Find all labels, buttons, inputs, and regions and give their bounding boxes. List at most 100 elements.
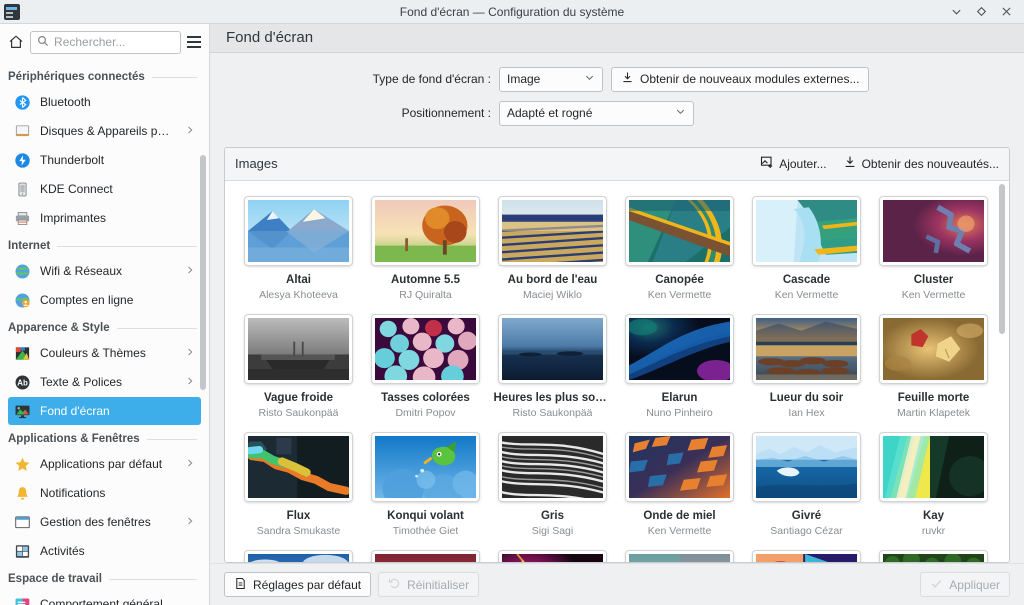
wallpaper-author: Timothée Giet bbox=[392, 524, 459, 537]
wallpaper-icon bbox=[14, 403, 31, 420]
wallpaper-cell[interactable]: Flux Sandra Smukaste bbox=[235, 427, 362, 545]
wallpaper-form: Type de fond d'écran : Image Obtenir de bbox=[210, 53, 1024, 145]
hamburger-icon[interactable] bbox=[186, 31, 203, 53]
wallpaper-cell[interactable] bbox=[870, 545, 997, 562]
wallpaper-grid: Altai Alesya Khoteeva Automne 5.5 RJ Quiral… bbox=[225, 181, 1009, 562]
search-input-wrapper[interactable] bbox=[30, 30, 181, 54]
sidebar-item-imprimantes[interactable]: Imprimantes bbox=[8, 204, 201, 232]
wallpaper-cell[interactable]: Cluster Ken Vermette bbox=[870, 191, 997, 309]
wallpaper-cell[interactable]: Kay ruvkr bbox=[870, 427, 997, 545]
wallpaper-thumbnail bbox=[245, 314, 352, 383]
sidebar-item-label: Wifi & Réseaux bbox=[40, 264, 123, 278]
sidebar-item-wifi-r-seaux[interactable]: Wifi & Réseaux bbox=[8, 257, 201, 285]
sidebar-item-activit-s[interactable]: Activités bbox=[8, 537, 201, 565]
wallpaper-cell[interactable] bbox=[235, 545, 362, 562]
get-new-wallpapers-button[interactable]: Obtenir des nouveautés... bbox=[843, 155, 999, 172]
sidebar-item-fond-d-cran[interactable]: Fond d'écran bbox=[8, 397, 201, 425]
window-titlebar: Fond d'écran — Configuration du système bbox=[0, 0, 1024, 24]
check-icon bbox=[930, 577, 943, 593]
sidebar-item-couleurs-th-mes[interactable]: Couleurs & Thèmes bbox=[8, 339, 201, 367]
wallpaper-grid-scrollbar[interactable] bbox=[999, 183, 1005, 334]
add-image-button[interactable]: Ajouter... bbox=[760, 155, 827, 172]
wallpaper-cell[interactable]: Tasses colorées Dmitri Popov bbox=[362, 309, 489, 427]
sidebar-item-gestion-des-fen-tres[interactable]: Gestion des fenêtres bbox=[8, 508, 201, 536]
wallpaper-type-select[interactable]: Image bbox=[499, 66, 603, 92]
sidebar-scrollbar[interactable] bbox=[200, 155, 206, 390]
sidebar-item-texte-polices[interactable]: Ab Texte & Polices bbox=[8, 368, 201, 396]
sidebar-item-label: Texte & Polices bbox=[40, 375, 123, 389]
wallpaper-cell[interactable] bbox=[362, 545, 489, 562]
wallpaper-thumbnail bbox=[880, 196, 987, 265]
wallpaper-cell[interactable]: Automne 5.5 RJ Quiralta bbox=[362, 191, 489, 309]
chevron-right-icon bbox=[185, 375, 195, 389]
wallpaper-cell[interactable] bbox=[743, 545, 870, 562]
wallpaper-cell[interactable]: Cascade Ken Vermette bbox=[743, 191, 870, 309]
search-input[interactable] bbox=[54, 35, 174, 49]
wallpaper-cell[interactable]: Lueur du soir Ian Hex bbox=[743, 309, 870, 427]
wallpaper-thumbnail bbox=[245, 196, 352, 265]
wallpaper-thumbnail bbox=[753, 550, 860, 562]
wallpaper-cell[interactable]: Elarun Nuno Pinheiro bbox=[616, 309, 743, 427]
maximize-button[interactable] bbox=[976, 6, 987, 17]
wallpaper-cell[interactable] bbox=[489, 545, 616, 562]
thunderbolt-icon bbox=[14, 152, 31, 169]
wallpaper-cell[interactable]: Vague froide Risto Saukonpää bbox=[235, 309, 362, 427]
reset-button[interactable]: Réinitialiser bbox=[378, 572, 480, 597]
images-panel: Images Ajouter... Obtenir des nouveautés… bbox=[224, 146, 1010, 563]
sidebar-item-notifications[interactable]: Notifications bbox=[8, 479, 201, 507]
activities-icon bbox=[14, 543, 31, 560]
sidebar-item-label: Disques & Appareils photo bbox=[40, 124, 176, 138]
get-new-plugins-button[interactable]: Obtenir de nouveaux modules externes... bbox=[611, 66, 870, 92]
sidebar-item-comptes-en-ligne[interactable]: Comptes en ligne bbox=[8, 286, 201, 314]
wallpaper-title: Au bord de l'eau bbox=[507, 273, 598, 286]
wallpaper-cell[interactable]: Givré Santiago Cézar bbox=[743, 427, 870, 545]
wallpaper-author: Dmitri Popov bbox=[395, 406, 456, 419]
general-behavior-icon bbox=[14, 596, 31, 605]
sidebar-group-divider bbox=[151, 76, 197, 78]
wallpaper-cell[interactable]: Heures les plus som... Risto Saukonpää bbox=[489, 309, 616, 427]
defaults-button[interactable]: Réglages par défaut bbox=[224, 572, 372, 597]
wallpaper-thumbnail bbox=[626, 432, 733, 501]
sidebar-list: Périphériques connectés Bluetooth Disques … bbox=[0, 64, 209, 605]
wallpaper-thumbnail bbox=[880, 432, 987, 501]
chevron-right-icon bbox=[185, 457, 195, 471]
positioning-select[interactable]: Adapté et rogné bbox=[499, 100, 694, 126]
sidebar-group-label: Périphériques connectés bbox=[8, 71, 145, 83]
sidebar-item-thunderbolt[interactable]: Thunderbolt bbox=[8, 146, 201, 174]
wallpaper-cell[interactable]: Konqui volant Timothée Giet bbox=[362, 427, 489, 545]
wallpaper-cell[interactable]: Au bord de l'eau Maciej Wiklo bbox=[489, 191, 616, 309]
wallpaper-cell[interactable]: Altai Alesya Khoteeva bbox=[235, 191, 362, 309]
sidebar-item-kde-connect[interactable]: KDE Connect bbox=[8, 175, 201, 203]
chevron-right-icon bbox=[185, 124, 195, 138]
wallpaper-title: Heures les plus som... bbox=[493, 391, 612, 404]
wallpaper-title: Altai bbox=[286, 273, 311, 286]
wallpaper-cell[interactable] bbox=[616, 545, 743, 562]
sidebar-item-disques-appareils-photo[interactable]: Disques & Appareils photo bbox=[8, 117, 201, 145]
wallpaper-title: Cascade bbox=[782, 273, 831, 286]
wallpaper-cell[interactable]: Gris Sigi Sagi bbox=[489, 427, 616, 545]
wallpaper-thumbnail bbox=[499, 314, 606, 383]
download-icon bbox=[843, 155, 857, 172]
sidebar-item-applications-par-d-faut[interactable]: Applications par défaut bbox=[8, 450, 201, 478]
apply-button[interactable]: Appliquer bbox=[920, 572, 1010, 597]
wallpaper-title: Vague froide bbox=[263, 391, 334, 404]
wallpaper-cell[interactable]: Onde de miel Ken Vermette bbox=[616, 427, 743, 545]
images-panel-title: Images bbox=[235, 156, 278, 172]
wallpaper-type-row: Type de fond d'écran : Image Obtenir de bbox=[210, 66, 1024, 92]
home-icon[interactable] bbox=[6, 30, 25, 54]
sidebar-group-divider bbox=[108, 578, 197, 580]
wallpaper-cell[interactable]: Feuille morte Martin Klapetek bbox=[870, 309, 997, 427]
wallpaper-thumbnail bbox=[372, 550, 479, 562]
sidebar-item-bluetooth[interactable]: Bluetooth bbox=[8, 88, 201, 116]
disks-camera-icon bbox=[14, 123, 31, 140]
wallpaper-thumbnail bbox=[753, 196, 860, 265]
wallpaper-cell[interactable]: Canopée Ken Vermette bbox=[616, 191, 743, 309]
wallpaper-thumbnail bbox=[245, 432, 352, 501]
wallpaper-title: Tasses colorées bbox=[381, 391, 470, 404]
system-settings-icon bbox=[4, 3, 20, 20]
minimize-button[interactable] bbox=[951, 6, 962, 17]
content-area: Fond d'écran Type de fond d'écran : Imag… bbox=[210, 24, 1024, 605]
sidebar-item-comportement-g-n-ral[interactable]: Comportement général bbox=[8, 590, 201, 605]
wallpaper-thumbnail bbox=[499, 550, 606, 562]
close-button[interactable] bbox=[1001, 6, 1012, 17]
